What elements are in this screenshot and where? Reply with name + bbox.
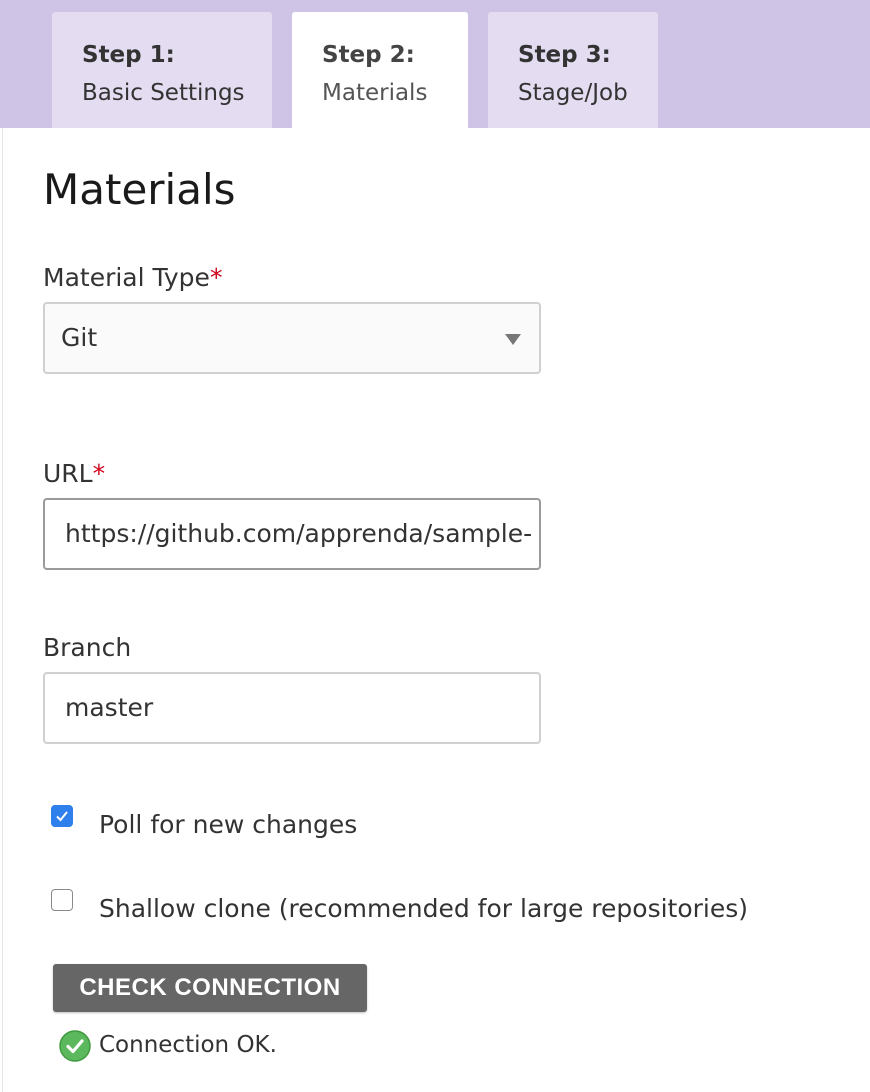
page-title: Materials [43,165,236,214]
branch-input[interactable]: master [43,672,541,744]
shallow-clone-checkbox[interactable] [51,889,73,911]
material-type-select[interactable]: Git [43,302,541,374]
tab-step-name: Stage/Job [518,80,628,106]
tab-step-number: Step 1: [82,42,175,68]
tab-stage-job[interactable]: Step 3: Stage/Job [488,12,658,128]
url-label-text: URL [43,459,93,488]
tab-step-name: Basic Settings [82,80,245,106]
tab-step-number: Step 3: [518,42,611,68]
materials-panel: Materials Material Type* Git URL* https:… [2,128,870,1092]
poll-label: Poll for new changes [99,810,358,839]
url-label: URL* [43,458,105,490]
url-value: https://github.com/apprenda/sample- [65,519,533,548]
required-mark: * [92,459,106,488]
required-mark: * [209,263,223,292]
tab-step-number: Step 2: [322,42,415,68]
dropdown-arrow-icon [505,334,521,345]
shallow-clone-label: Shallow clone (recommended for large rep… [99,894,749,923]
poll-checkbox[interactable] [51,805,73,827]
material-type-label: Material Type* [43,262,222,294]
url-input[interactable]: https://github.com/apprenda/sample- [43,498,541,570]
check-connection-button[interactable]: CHECK CONNECTION [53,964,367,1012]
tab-step-name: Materials [322,80,428,106]
branch-value: master [65,693,154,722]
check-circle-icon [59,1030,91,1066]
tab-basic-settings[interactable]: Step 1: Basic Settings [52,12,272,128]
branch-label: Branch [43,633,132,662]
material-type-value: Git [61,323,98,352]
material-type-label-text: Material Type [43,263,210,292]
wizard-tab-bar: Step 1: Basic Settings Step 2: Materials… [0,0,870,128]
tab-materials[interactable]: Step 2: Materials [292,12,468,128]
connection-status-text: Connection OK. [99,1032,277,1058]
checkmark-icon [56,811,68,822]
